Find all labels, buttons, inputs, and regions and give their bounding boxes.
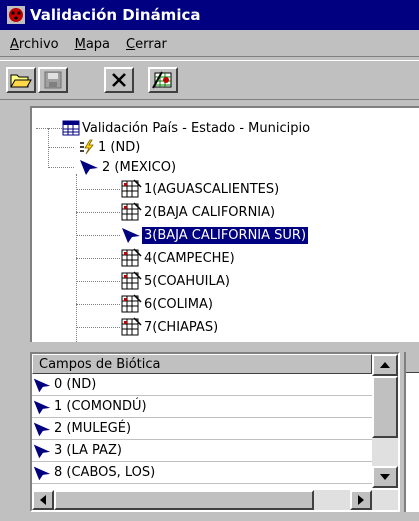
tree-state-4[interactable]: 4(CAMPECHE) — [120, 248, 237, 268]
tree-state-7[interactable]: 7(CHIAPAS) — [120, 317, 220, 337]
arrow-pointer-icon — [33, 378, 51, 392]
list-item-label: 0 (ND) — [54, 377, 97, 392]
save-icon — [44, 71, 62, 89]
right-grid-panel[interactable] — [404, 352, 419, 512]
panel-splitter[interactable] — [0, 344, 419, 350]
open-folder-icon — [10, 74, 32, 88]
grid-check-icon — [121, 271, 142, 290]
scroll-down-button[interactable] — [372, 466, 398, 488]
arrow-up-icon — [380, 362, 390, 368]
arrow-right-icon — [358, 495, 364, 505]
tree-state-1[interactable]: 1(AGUASCALIENTES) — [120, 179, 281, 199]
title-bar[interactable]: Validación Dinámica — [0, 0, 419, 30]
main-window: Validación Dinámica Archivo Mapa Cerrar — [0, 0, 419, 521]
arrow-down-icon — [380, 474, 390, 480]
scroll-up-button[interactable] — [372, 354, 398, 376]
menu-mapa[interactable]: Mapa — [75, 37, 110, 52]
arrow-pointer-icon — [33, 400, 51, 414]
arrow-pointer-icon — [33, 444, 51, 458]
list-item-label: 1 (COMONDÚ) — [54, 399, 147, 414]
lightning-icon — [80, 139, 94, 155]
tree-state-7-label: 7(CHIAPAS) — [144, 319, 219, 335]
horizontal-scroll-thumb[interactable] — [54, 490, 314, 510]
menu-cerrar[interactable]: Cerrar — [126, 37, 167, 52]
grid-check-icon — [121, 179, 142, 198]
window-title: Validación Dinámica — [30, 6, 201, 24]
grid-check-icon — [121, 294, 142, 313]
open-button[interactable] — [6, 67, 36, 93]
list-header-label: Campos de Biótica — [39, 356, 161, 372]
grid-check-icon — [121, 317, 142, 336]
tree-state-2[interactable]: 2(BAJA CALIFORNIA) — [120, 202, 277, 222]
tree-state-2-label: 2(BAJA CALIFORNIA) — [144, 204, 276, 220]
tree-view[interactable]: Validación País - Estado - Municipio 1 (… — [30, 106, 419, 342]
list-header[interactable]: Campos de Biótica — [32, 354, 372, 374]
arrow-pointer-icon — [33, 466, 51, 480]
list-item-label: 8 (CABOS, LOS) — [54, 465, 156, 480]
tree-state-6-label: 6(COLIMA) — [144, 296, 213, 312]
menu-archivo[interactable]: Archivo — [10, 37, 59, 52]
tree-state-3[interactable]: 3(BAJA CALIFORNIA SUR) — [120, 225, 310, 245]
toolbar — [0, 60, 419, 100]
tree-root[interactable]: Validación País - Estado - Municipio — [62, 118, 312, 138]
tree-state-5[interactable]: 5(COAHUILA) — [120, 271, 232, 291]
tree-item-nd-label: 1 (ND) — [98, 139, 141, 155]
list-item-label: 3 (LA PAZ) — [54, 443, 122, 458]
right-grid-header — [406, 352, 419, 373]
arrow-left-icon — [40, 495, 46, 505]
tree-root-label: Validación País - Estado - Municipio — [82, 120, 311, 136]
arrow-pointer-icon — [122, 228, 140, 243]
list-item[interactable]: 1 (COMONDÚ) — [32, 396, 372, 418]
horizontal-scrollbar[interactable] — [32, 490, 398, 510]
list-item[interactable]: 3 (LA PAZ) — [32, 440, 372, 462]
table-icon — [62, 120, 80, 136]
tree-state-4-label: 4(CAMPECHE) — [144, 250, 235, 266]
scroll-right-button[interactable] — [350, 490, 372, 510]
menu-bar: Archivo Mapa Cerrar — [0, 32, 419, 57]
arrow-pointer-icon — [33, 422, 51, 436]
close-x-icon — [112, 73, 126, 87]
vertical-scroll-thumb[interactable] — [372, 376, 398, 438]
close-button[interactable] — [104, 67, 134, 93]
tree-item-nd[interactable]: 1 (ND) — [78, 137, 142, 157]
tree-item-mexico[interactable]: 2 (MEXICO) — [78, 157, 178, 177]
validate-icon — [152, 71, 172, 89]
validate-button[interactable] — [148, 67, 178, 93]
grid-check-icon — [121, 202, 142, 221]
tree-state-6[interactable]: 6(COLIMA) — [120, 294, 215, 314]
grid-check-icon — [121, 248, 142, 267]
tree-state-5-label: 5(COAHUILA) — [144, 273, 230, 289]
arrow-pointer-icon — [80, 160, 98, 175]
list-item-label: 2 (MULEGÉ) — [54, 421, 132, 436]
tree-item-mexico-label: 2 (MEXICO) — [102, 159, 177, 175]
save-button[interactable] — [38, 67, 68, 93]
list-item[interactable]: 2 (MULEGÉ) — [32, 418, 372, 440]
app-icon — [7, 6, 25, 24]
biotica-fields-list[interactable]: Campos de Biótica 0 (ND) 1 (COMONDÚ) 2 (… — [30, 352, 400, 512]
list-item[interactable]: 0 (ND) — [32, 374, 372, 396]
list-item[interactable]: 8 (CABOS, LOS) — [32, 462, 372, 484]
tree-state-3-label: 3(BAJA CALIFORNIA SUR) — [140, 225, 310, 245]
vertical-scrollbar[interactable] — [372, 354, 398, 488]
tree-state-1-label: 1(AGUASCALIENTES) — [144, 181, 280, 197]
scroll-left-button[interactable] — [32, 490, 54, 510]
